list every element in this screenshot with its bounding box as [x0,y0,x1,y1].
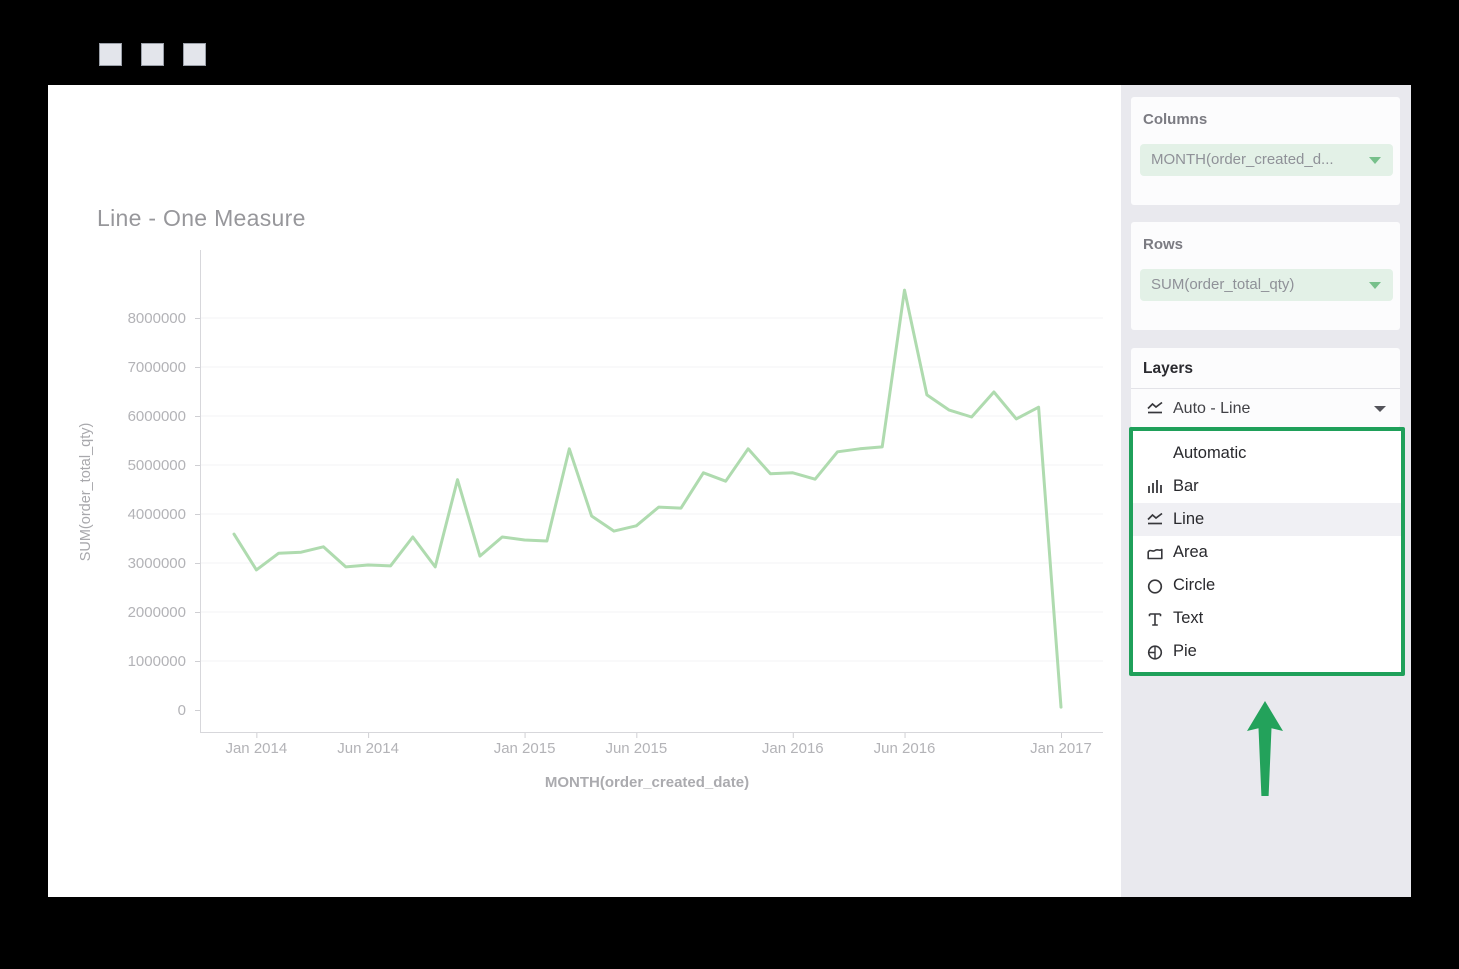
chevron-down-icon[interactable] [1369,282,1381,289]
svg-text:Jan 2016: Jan 2016 [762,740,824,757]
chevron-down-icon[interactable] [1374,406,1386,412]
svg-text:Jun 2014: Jun 2014 [337,740,399,757]
layers-card: Layers Auto - Line [1131,348,1400,428]
layer-type-select[interactable]: Auto - Line [1131,389,1400,428]
line-chart-icon [1146,400,1164,418]
pie-chart-icon [1146,643,1164,661]
menu-item-label: Pie [1173,642,1197,661]
rows-header: Rows [1131,222,1400,253]
svg-text:Jan 2015: Jan 2015 [494,740,556,757]
line-chart-icon [1146,511,1164,529]
chart-panel: Line - One Measure 010000002000000300000… [48,85,1121,897]
text-icon [1146,610,1164,628]
menu-item-label: Area [1173,543,1208,562]
svg-text:Jun 2015: Jun 2015 [605,740,667,757]
icon-spacer [1146,445,1164,463]
svg-text:Jan 2017: Jan 2017 [1030,740,1092,757]
window-square-icon[interactable] [99,43,122,66]
menu-item-bar[interactable]: Bar [1133,470,1401,503]
svg-text:1000000: 1000000 [128,653,186,670]
bar-chart-icon [1146,478,1164,496]
line-chart-svg: 0 1000000 2000000 3000000 4000000 5000000 6000… [48,85,1121,897]
menu-item-circle[interactable]: Circle [1133,569,1401,602]
menu-item-pie[interactable]: Pie [1133,635,1401,668]
svg-text:6000000: 6000000 [128,408,186,425]
window-square-icon[interactable] [183,43,206,66]
svg-text:0: 0 [178,702,186,719]
svg-text:MONTH(order_created_date): MONTH(order_created_date) [545,774,749,791]
chevron-down-icon[interactable] [1369,157,1381,164]
menu-item-label: Bar [1173,477,1199,496]
app-window: Line - One Measure 010000002000000300000… [0,0,1459,969]
rows-card: Rows SUM(order_total_qty) [1131,222,1400,330]
sidebar: Columns MONTH(order_created_d... Rows SU… [1121,85,1411,897]
annotation-arrow-icon [1239,700,1291,800]
columns-pill-label: MONTH(order_created_d... [1151,151,1334,168]
menu-item-label: Circle [1173,576,1215,595]
svg-text:7000000: 7000000 [128,359,186,376]
svg-text:SUM(order_total_qty): SUM(order_total_qty) [78,423,94,562]
columns-field-pill[interactable]: MONTH(order_created_d... [1140,144,1393,176]
layer-select-label: Auto - Line [1173,400,1250,418]
menu-item-label: Line [1173,510,1204,529]
svg-text:3000000: 3000000 [128,555,186,572]
svg-text:Jan 2014: Jan 2014 [225,740,287,757]
circle-icon [1146,577,1164,595]
svg-text:Jun 2016: Jun 2016 [874,740,936,757]
rows-pill-label: SUM(order_total_qty) [1151,276,1294,293]
menu-item-label: Text [1173,609,1203,628]
columns-card: Columns MONTH(order_created_d... [1131,97,1400,205]
menu-item-area[interactable]: Area [1133,536,1401,569]
area-chart-icon [1146,544,1164,562]
columns-header: Columns [1131,97,1400,128]
menu-item-automatic[interactable]: Automatic [1133,437,1401,470]
svg-text:4000000: 4000000 [128,506,186,523]
rows-field-pill[interactable]: SUM(order_total_qty) [1140,269,1393,301]
svg-text:5000000: 5000000 [128,457,186,474]
layer-type-menu: Automatic Bar Line Area Circle Text Pie [1129,427,1405,676]
svg-text:2000000: 2000000 [128,604,186,621]
menu-item-label: Automatic [1173,444,1246,463]
svg-text:8000000: 8000000 [128,310,186,327]
window-square-icon[interactable] [141,43,164,66]
menu-item-line[interactable]: Line [1133,503,1401,536]
layers-header: Layers [1131,348,1400,389]
menu-item-text[interactable]: Text [1133,602,1401,635]
